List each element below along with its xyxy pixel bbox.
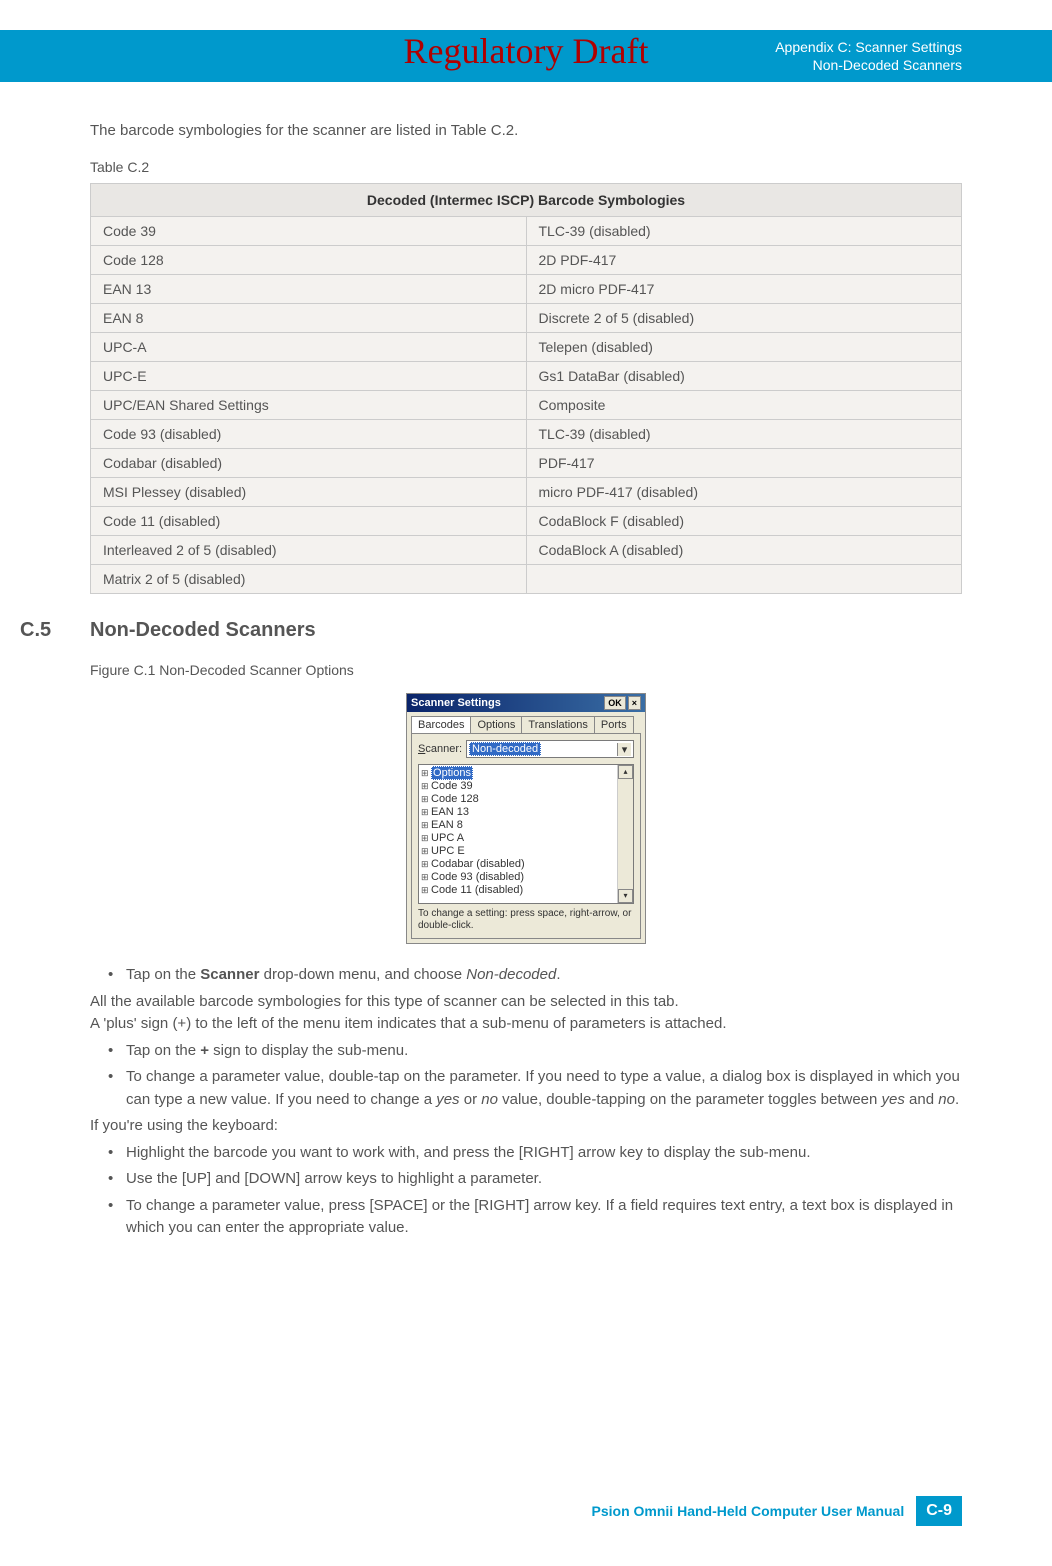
figure-label: Figure C.1 Non-Decoded Scanner Options <box>90 662 962 678</box>
tree-item[interactable]: UPC A <box>421 832 631 845</box>
table-row: MSI Plessey (disabled)micro PDF-417 (dis… <box>91 478 962 507</box>
body-paragraph: All the available barcode symbologies fo… <box>90 991 962 1014</box>
section-title: Non-Decoded Scanners <box>90 619 316 642</box>
table-row: Code 39TLC-39 (disabled) <box>91 217 962 246</box>
tree-item[interactable]: EAN 8 <box>421 819 631 832</box>
page-footer: Psion Omnii Hand-Held Computer User Manu… <box>592 1496 962 1526</box>
watermark-text: Regulatory Draft <box>0 30 1052 72</box>
table-row: Code 93 (disabled)TLC-39 (disabled) <box>91 420 962 449</box>
table-header: Decoded (Intermec ISCP) Barcode Symbolog… <box>91 184 962 217</box>
tree-item[interactable]: Code 93 (disabled) <box>421 871 631 884</box>
footer-text: Psion Omnii Hand-Held Computer User Manu… <box>592 1503 905 1519</box>
body-paragraph: A 'plus' sign (+) to the left of the men… <box>90 1013 962 1036</box>
bullet-item: Tap on the + sign to display the sub-men… <box>108 1040 962 1063</box>
table-label: Table C.2 <box>90 159 962 175</box>
symbologies-table: Decoded (Intermec ISCP) Barcode Symbolog… <box>90 183 962 594</box>
section-number: C.5 <box>20 619 90 642</box>
table-row: Interleaved 2 of 5 (disabled)CodaBlock A… <box>91 536 962 565</box>
table-row: UPC-ATelepen (disabled) <box>91 333 962 362</box>
close-button[interactable]: × <box>628 696 641 710</box>
tree-item[interactable]: EAN 13 <box>421 806 631 819</box>
scanner-value: Non-decoded <box>469 742 541 756</box>
chevron-down-icon[interactable]: ▾ <box>617 743 631 756</box>
tree-item[interactable]: Codabar (disabled) <box>421 858 631 871</box>
dialog-titlebar[interactable]: Scanner Settings OK × <box>407 694 645 712</box>
tree-item[interactable]: Code 11 (disabled) <box>421 884 631 897</box>
bullet-item: Use the [UP] and [DOWN] arrow keys to hi… <box>108 1168 962 1191</box>
table-row: UPC-EGs1 DataBar (disabled) <box>91 362 962 391</box>
table-row: EAN 8Discrete 2 of 5 (disabled) <box>91 304 962 333</box>
table-row: Codabar (disabled)PDF-417 <box>91 449 962 478</box>
scanner-dropdown[interactable]: Non-decoded ▾ <box>466 740 634 758</box>
scroll-down-icon[interactable]: ▾ <box>618 889 633 903</box>
intro-paragraph: The barcode symbologies for the scanner … <box>90 122 962 139</box>
scanner-label: Scanner: <box>418 743 462 755</box>
table-row: EAN 132D micro PDF-417 <box>91 275 962 304</box>
table-row: Code 1282D PDF-417 <box>91 246 962 275</box>
table-row: UPC/EAN Shared SettingsComposite <box>91 391 962 420</box>
scrollbar[interactable]: ▴ ▾ <box>617 765 633 903</box>
tree-item[interactable]: UPC E <box>421 845 631 858</box>
tree-item[interactable]: Code 39 <box>421 780 631 793</box>
tree-item[interactable]: Options <box>421 767 631 780</box>
dialog-title-text: Scanner Settings <box>411 697 602 709</box>
tab-ports[interactable]: Ports <box>594 716 634 733</box>
page-number-badge: C-9 <box>916 1496 962 1526</box>
tab-options[interactable]: Options <box>470 716 522 733</box>
options-tree[interactable]: Options Code 39 Code 128 EAN 13 EAN 8 UP… <box>418 764 634 904</box>
tab-translations[interactable]: Translations <box>521 716 595 733</box>
bullet-item: Highlight the barcode you want to work w… <box>108 1142 962 1165</box>
bullet-item: To change a parameter value, press [SPAC… <box>108 1195 962 1240</box>
bullet-item: To change a parameter value, double-tap … <box>108 1066 962 1111</box>
table-row: Code 11 (disabled)CodaBlock F (disabled) <box>91 507 962 536</box>
tab-barcodes[interactable]: Barcodes <box>411 716 471 733</box>
dialog-hint: To change a setting: press space, right-… <box>418 908 634 932</box>
scroll-up-icon[interactable]: ▴ <box>618 765 633 779</box>
body-paragraph: If you're using the keyboard: <box>90 1115 962 1138</box>
tab-strip: Barcodes Options Translations Ports <box>407 712 645 733</box>
ok-button[interactable]: OK <box>604 696 626 710</box>
bullet-item: Tap on the Scanner drop-down menu, and c… <box>108 964 962 987</box>
tree-item[interactable]: Code 128 <box>421 793 631 806</box>
scanner-settings-dialog: Scanner Settings OK × Barcodes Options T… <box>406 693 646 944</box>
table-row: Matrix 2 of 5 (disabled) <box>91 565 962 594</box>
